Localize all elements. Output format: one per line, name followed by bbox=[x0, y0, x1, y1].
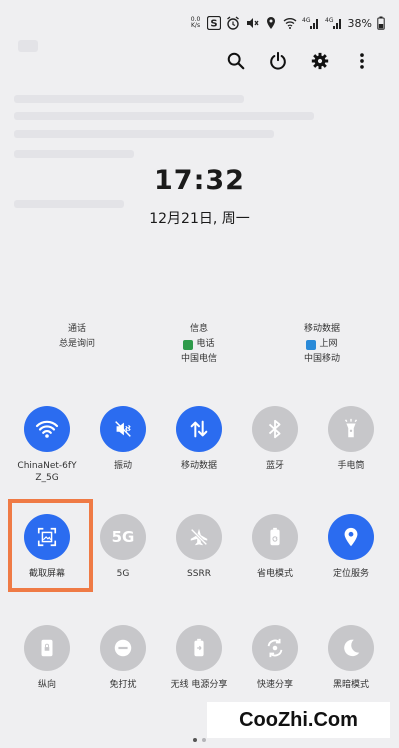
highlight-box bbox=[8, 499, 93, 592]
quick-settings-grid: ChinaNet-6fY Z_5G 振动 移动数据 蓝牙 手电筒 截取屏幕 5G bbox=[0, 0, 399, 748]
tile-label: 移动数据 bbox=[180, 461, 217, 471]
tile-label: 黑暗模式 bbox=[332, 680, 369, 690]
tile-label: 振动 bbox=[113, 461, 132, 471]
tile-5g[interactable]: 5G 5G bbox=[85, 514, 161, 580]
5g-icon-text: 5G bbox=[111, 528, 135, 546]
battery-saver-icon bbox=[252, 514, 298, 560]
dark-mode-icon bbox=[328, 625, 374, 671]
tile-dnd[interactable]: 免打扰 bbox=[85, 625, 161, 691]
tile-mobile-data[interactable]: 移动数据 bbox=[161, 406, 237, 472]
watermark: CooZhi.Com bbox=[207, 702, 390, 738]
tile-wifi[interactable]: ChinaNet-6fY Z_5G bbox=[9, 406, 85, 484]
tile-quick-share[interactable]: 快速分享 bbox=[237, 625, 313, 691]
tile-label: 免打扰 bbox=[109, 680, 137, 690]
quick-share-icon bbox=[252, 625, 298, 671]
portrait-lock-icon bbox=[24, 625, 70, 671]
tile-portrait[interactable]: 纵向 bbox=[9, 625, 85, 691]
tile-label: 定位服务 bbox=[332, 569, 369, 579]
page-indicator bbox=[0, 738, 399, 742]
5g-icon: 5G bbox=[100, 514, 146, 560]
tile-label: 蓝牙 bbox=[265, 461, 284, 471]
page-dot bbox=[193, 738, 197, 742]
tile-dark-mode[interactable]: 黑暗模式 bbox=[313, 625, 389, 691]
tile-battery-saver[interactable]: 省电模式 bbox=[237, 514, 313, 580]
tile-label: ChinaNet-6fY Z_5G bbox=[17, 461, 77, 483]
tile-wireless-powershare[interactable]: 无线 电源分享 bbox=[161, 625, 237, 691]
tile-label: 手电筒 bbox=[337, 461, 365, 471]
page-dot bbox=[202, 738, 206, 742]
tile-location[interactable]: 定位服务 bbox=[313, 514, 389, 580]
location-icon bbox=[328, 514, 374, 560]
dnd-icon bbox=[100, 625, 146, 671]
tile-label: SSRR bbox=[187, 569, 211, 579]
tile-label: 纵向 bbox=[37, 680, 56, 690]
tile-label: 无线 电源分享 bbox=[170, 680, 228, 690]
vibrate-icon bbox=[100, 406, 146, 452]
flashlight-icon bbox=[328, 406, 374, 452]
mobile-data-icon bbox=[176, 406, 222, 452]
tile-bluetooth[interactable]: 蓝牙 bbox=[237, 406, 313, 472]
airplane-off-icon bbox=[176, 514, 222, 560]
tile-label: 快速分享 bbox=[256, 680, 293, 690]
tile-flashlight[interactable]: 手电筒 bbox=[313, 406, 389, 472]
tile-label: 省电模式 bbox=[256, 569, 293, 579]
tile-vibrate[interactable]: 振动 bbox=[85, 406, 161, 472]
bluetooth-icon bbox=[252, 406, 298, 452]
wireless-powershare-icon bbox=[176, 625, 222, 671]
wifi-icon bbox=[24, 406, 70, 452]
tile-airplane[interactable]: SSRR bbox=[161, 514, 237, 580]
tile-label: 5G bbox=[116, 569, 130, 579]
